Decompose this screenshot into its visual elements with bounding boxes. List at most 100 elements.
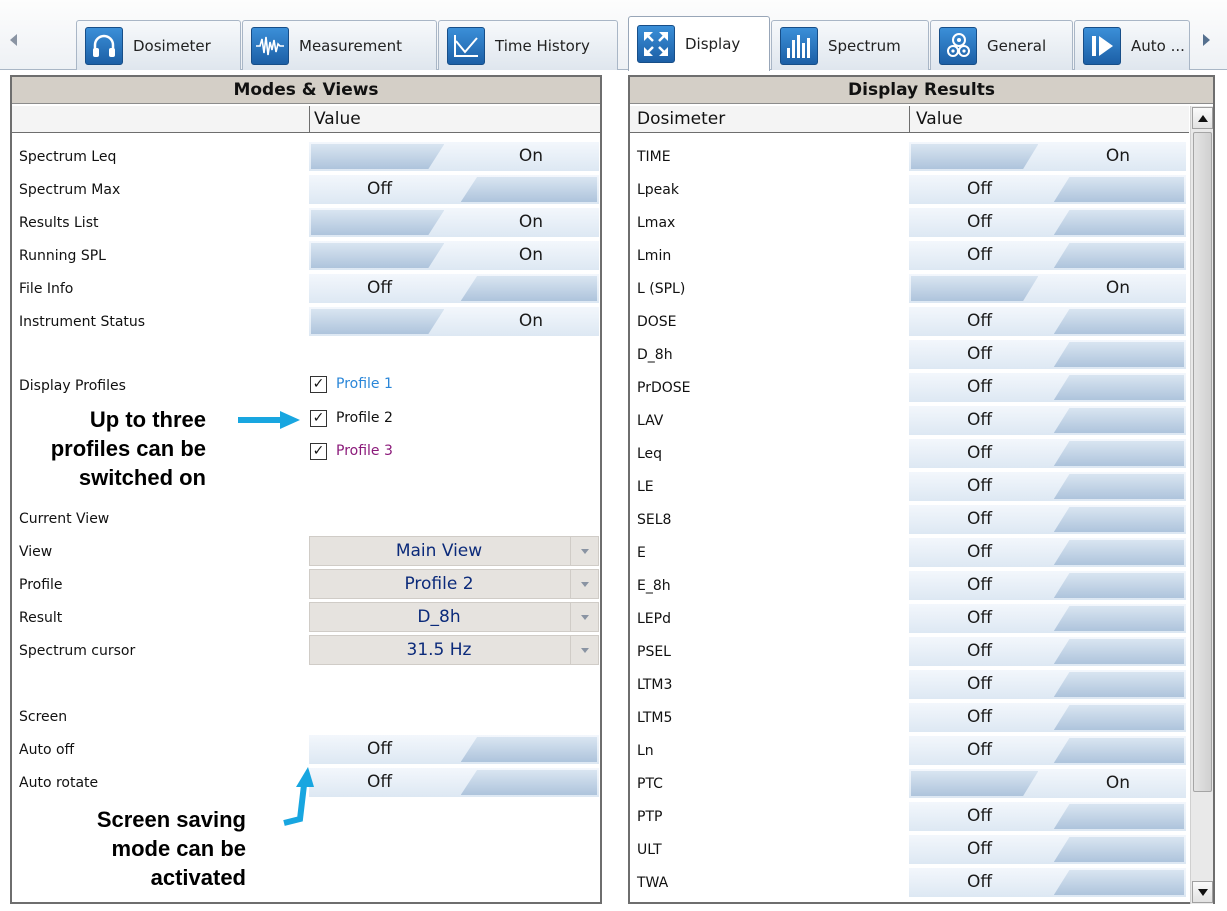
tab-label: Dosimeter	[133, 36, 211, 55]
annotation-arrow-up-icon	[283, 767, 314, 826]
toggle-value: On	[518, 311, 543, 331]
column-header: Dosimeter Value	[630, 106, 1189, 133]
profile-dropdown[interactable]: Profile 2	[309, 569, 599, 599]
results-list-toggle[interactable]: On	[309, 208, 599, 237]
annotation-line: mode can be	[111, 836, 246, 861]
tab-scroll-left-arrow-icon[interactable]	[10, 34, 17, 46]
tab-time-history[interactable]: Time History	[438, 20, 618, 70]
result-toggle-ult[interactable]: Off	[909, 835, 1186, 864]
mode-label: Results List	[19, 215, 99, 231]
results-scrollbar[interactable]	[1190, 106, 1213, 904]
waveform-icon	[251, 26, 289, 65]
result-toggle-sel8[interactable]: Off	[909, 505, 1186, 534]
result-toggle-lmax[interactable]: Off	[909, 208, 1186, 237]
tab-general[interactable]: General	[930, 20, 1073, 70]
dropdown-value: Main View	[395, 541, 483, 561]
profile-1-checkbox[interactable]: ✓	[310, 376, 327, 393]
result-label: E_8h	[637, 578, 671, 594]
auto-rotate-toggle[interactable]: Off	[309, 768, 599, 797]
result-label: LTM3	[637, 677, 673, 693]
auto-off-toggle[interactable]: Off	[309, 735, 599, 764]
result-toggle-e[interactable]: Off	[909, 538, 1186, 567]
spectrum-leq-toggle[interactable]: On	[309, 142, 599, 171]
scrollbar-thumb[interactable]	[1193, 132, 1212, 792]
result-toggle-lmin[interactable]: Off	[909, 241, 1186, 270]
panel-title: Display Results	[630, 77, 1213, 104]
result-toggle-le[interactable]: Off	[909, 472, 1186, 501]
result-toggle-ptc[interactable]: On	[909, 769, 1186, 798]
result-toggle-ltm3[interactable]: Off	[909, 670, 1186, 699]
result-toggle-psel[interactable]: Off	[909, 637, 1186, 666]
file-info-toggle[interactable]: Off	[309, 274, 599, 303]
result-toggle-prdose[interactable]: Off	[909, 373, 1186, 402]
mode-label: Instrument Status	[19, 314, 146, 330]
result-label: Result	[19, 610, 63, 626]
toggle-value: Off	[967, 806, 993, 826]
result-toggle-e-8h[interactable]: Off	[909, 571, 1186, 600]
tab-auto[interactable]: Auto ...	[1074, 20, 1190, 70]
profile-2-checkbox[interactable]: ✓	[310, 410, 327, 427]
headphones-icon	[85, 26, 123, 65]
value-column-header: Value	[309, 106, 361, 133]
value-column-header: Value	[909, 106, 963, 133]
toggle-value: Off	[967, 311, 993, 331]
result-toggle-lpeak[interactable]: Off	[909, 175, 1186, 204]
display-results-panel: Display Results Dosimeter Value TIME On Lp…	[628, 75, 1215, 904]
panel-title: Modes & Views	[12, 77, 600, 104]
result-toggle-d-8h[interactable]: Off	[909, 340, 1186, 369]
dropdown-value: Profile 2	[404, 574, 474, 594]
result-toggle-time[interactable]: On	[909, 142, 1186, 171]
result-dropdown[interactable]: D_8h	[309, 602, 599, 632]
chevron-down-icon[interactable]	[570, 570, 598, 598]
profile-1-label: Profile 1	[336, 376, 393, 392]
instrument-status-toggle[interactable]: On	[309, 307, 599, 336]
toggle-value: Off	[967, 707, 993, 727]
result-label: SEL8	[637, 512, 672, 528]
chevron-down-icon[interactable]	[570, 603, 598, 631]
toggle-value: On	[518, 146, 543, 166]
result-toggle-twa[interactable]: Off	[909, 868, 1186, 897]
chevron-down-icon[interactable]	[570, 537, 598, 565]
result-label: Lmax	[637, 215, 676, 231]
result-toggle-ptp[interactable]: Off	[909, 802, 1186, 831]
result-label: L (SPL)	[637, 281, 686, 297]
gears-icon	[939, 26, 977, 65]
result-toggle-ltm5[interactable]: Off	[909, 703, 1186, 732]
tab-dosimeter[interactable]: Dosimeter	[76, 20, 241, 70]
result-toggle-lepd[interactable]: Off	[909, 604, 1186, 633]
screen-annotation: Screen saving mode can be activated	[40, 805, 246, 892]
screen-label: Screen	[19, 709, 68, 725]
result-label: PrDOSE	[637, 380, 691, 396]
spectrum-max-toggle[interactable]: Off	[309, 175, 599, 204]
toggle-value: On	[1105, 146, 1130, 166]
result-label: PTP	[637, 809, 663, 825]
tab-measurement[interactable]: Measurement	[242, 20, 437, 70]
chevron-down-icon[interactable]	[570, 636, 598, 664]
toggle-value: On	[1105, 278, 1130, 298]
spectrum-cursor-dropdown[interactable]: 31.5 Hz	[309, 635, 599, 665]
scroll-up-icon[interactable]	[1192, 107, 1213, 129]
scroll-down-icon[interactable]	[1192, 881, 1213, 903]
profile-3-checkbox[interactable]: ✓	[310, 443, 327, 460]
current-view-label: Current View	[19, 511, 110, 527]
tab-spectrum[interactable]: Spectrum	[771, 20, 929, 70]
running-spl-toggle[interactable]: On	[309, 241, 599, 270]
tab-scroll-right-arrow-icon[interactable]	[1203, 34, 1210, 46]
toggle-value: On	[518, 212, 543, 232]
result-toggle-leq[interactable]: Off	[909, 439, 1186, 468]
result-label: Leq	[637, 446, 663, 462]
result-toggle-l-spl[interactable]: On	[909, 274, 1186, 303]
result-label: LAV	[637, 413, 664, 429]
mode-label: Spectrum Max	[19, 182, 121, 198]
toggle-value: Off	[967, 839, 993, 859]
dropdown-value: 31.5 Hz	[406, 640, 472, 660]
toggle-value: Off	[967, 674, 993, 694]
spectrum-bars-icon	[780, 26, 818, 65]
toggle-value: On	[1105, 773, 1130, 793]
result-toggle-lav[interactable]: Off	[909, 406, 1186, 435]
result-toggle-ln[interactable]: Off	[909, 736, 1186, 765]
tab-display[interactable]: Display	[628, 16, 770, 71]
tab-label: Measurement	[299, 36, 402, 55]
view-dropdown[interactable]: Main View	[309, 536, 599, 566]
result-toggle-dose[interactable]: Off	[909, 307, 1186, 336]
